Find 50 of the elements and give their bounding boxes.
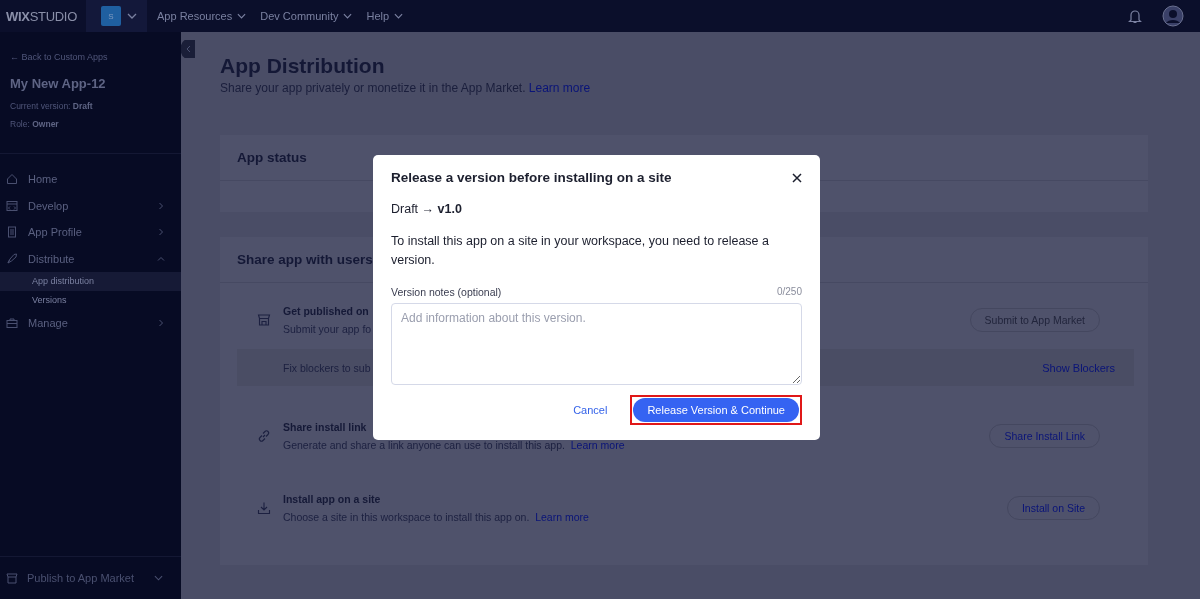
version-info: Current version: Draft xyxy=(10,101,94,111)
back-link[interactable]: ← Back to Custom Apps xyxy=(10,52,171,62)
avatar-icon[interactable] xyxy=(1162,5,1184,27)
home-icon xyxy=(6,173,18,186)
character-counter: 0/250 xyxy=(776,286,802,298)
site-badge: S xyxy=(101,6,121,26)
download-icon xyxy=(257,501,271,515)
nav-item[interactable]: App Profile xyxy=(0,219,181,246)
chevron-down-icon xyxy=(343,13,353,19)
chevron-down-icon xyxy=(394,13,404,19)
chevron-right-icon xyxy=(157,228,165,237)
logo[interactable]: WIXSTUDIO xyxy=(6,8,86,24)
menu-button[interactable]: App Resources xyxy=(157,10,259,22)
nav-subitem[interactable]: App distribution xyxy=(0,272,181,291)
chevron-down-icon xyxy=(154,575,163,581)
document-icon xyxy=(6,226,18,239)
chevron-down-icon xyxy=(237,13,247,19)
role-info: Role: Owner xyxy=(10,119,60,129)
cancel-button[interactable]: Cancel xyxy=(567,403,614,417)
chevron-down-icon xyxy=(127,13,137,19)
chevron-up-icon xyxy=(157,254,165,263)
learn-more-link[interactable]: Learn more xyxy=(535,511,589,523)
code-window-icon xyxy=(6,199,18,212)
learn-more-link[interactable]: Learn more xyxy=(528,81,591,95)
chevron-right-icon xyxy=(157,201,165,210)
nav-item[interactable]: Home xyxy=(0,166,181,193)
nav-subitem[interactable]: Versions xyxy=(0,291,181,310)
option-title: Install app on a site xyxy=(283,493,381,505)
version-transition: Draft → v1.0 xyxy=(391,202,463,216)
store-icon xyxy=(6,572,18,584)
site-switcher[interactable]: S xyxy=(86,0,147,32)
nav-item[interactable]: Develop xyxy=(0,192,181,219)
notes-field[interactable]: Add information about this version. xyxy=(391,303,802,385)
option-title: Get published on xyxy=(283,305,369,317)
chevron-right-icon xyxy=(157,319,165,328)
store-icon xyxy=(257,313,271,327)
menu-button[interactable]: Help xyxy=(366,10,416,22)
app-name: My New App-12 xyxy=(10,76,107,91)
nav-item[interactable]: Manage xyxy=(0,310,181,337)
bell-icon[interactable] xyxy=(1128,8,1142,24)
option-title: Share install link xyxy=(283,421,367,433)
briefcase-icon xyxy=(6,317,18,330)
field-label: Version notes (optional) xyxy=(391,286,502,298)
publish-menu[interactable]: Publish to App Market xyxy=(0,556,181,599)
menu-button[interactable]: Dev Community xyxy=(260,10,365,22)
release-button[interactable]: Release Version & Continue xyxy=(633,398,799,422)
close-icon[interactable] xyxy=(792,172,802,183)
link-icon xyxy=(257,429,271,443)
nav-item[interactable]: Distribute xyxy=(0,245,181,272)
learn-more-link[interactable]: Learn more xyxy=(570,439,625,451)
